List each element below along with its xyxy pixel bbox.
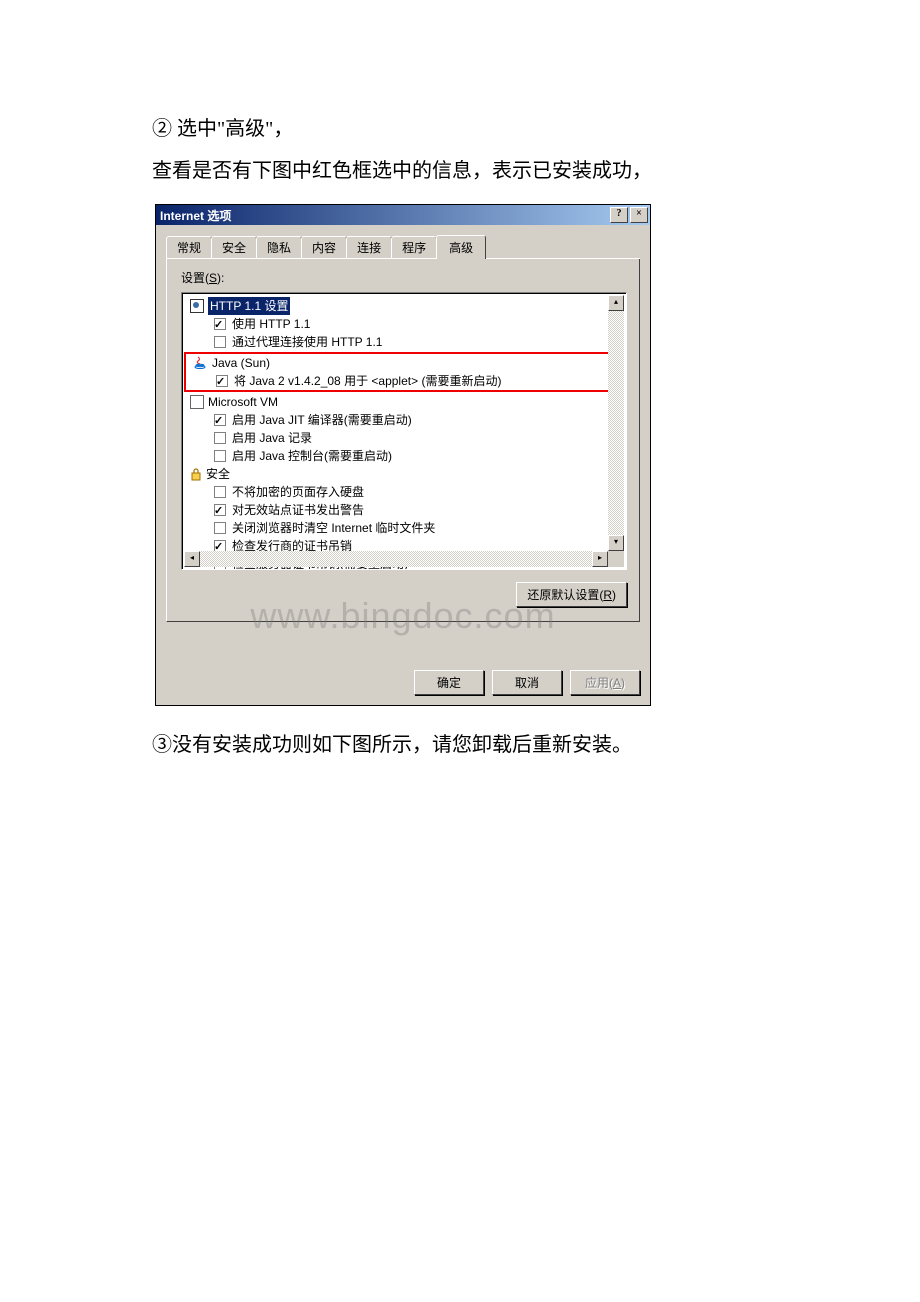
scroll-track[interactable] — [608, 311, 624, 535]
tree-group-java-label: Java (Sun) — [212, 354, 270, 372]
vertical-scrollbar[interactable]: ▴ ▾ — [608, 295, 624, 551]
tab-privacy[interactable]: 隐私 — [256, 236, 302, 258]
scroll-right-button[interactable]: ▸ — [592, 551, 608, 567]
horizontal-scrollbar[interactable]: ◂ ▸ — [184, 551, 608, 567]
tab-security[interactable]: 安全 — [211, 236, 257, 258]
tree-group-http[interactable]: HTTP 1.1 设置 — [184, 297, 624, 315]
tree-item-label: 使用 HTTP 1.1 — [232, 315, 310, 333]
tree-item-label: 对无效站点证书发出警告 — [232, 501, 364, 519]
checkbox-icon[interactable] — [214, 486, 226, 498]
scroll-h-track[interactable] — [200, 551, 592, 567]
checkbox-icon[interactable] — [214, 432, 226, 444]
instruction-step-3: ③没有安装成功则如下图所示，请您卸载后重新安装。 — [152, 726, 770, 764]
tree-group-security[interactable]: 安全 — [184, 465, 624, 483]
tree-item-label: 将 Java 2 v1.4.2_08 用于 <applet> (需要重新启动) — [234, 372, 501, 390]
tree-group-security-label: 安全 — [206, 465, 230, 483]
checkbox-icon[interactable] — [216, 375, 228, 387]
tab-general[interactable]: 常规 — [166, 236, 212, 258]
scroll-down-button[interactable]: ▾ — [608, 535, 624, 551]
checkbox-icon[interactable] — [214, 414, 226, 426]
close-button[interactable]: × — [630, 207, 648, 223]
tree-item-proxy-http11[interactable]: 通过代理连接使用 HTTP 1.1 — [184, 333, 624, 351]
java-icon — [192, 356, 208, 370]
tab-content[interactable]: 内容 — [301, 236, 347, 258]
dialog-button-row: www.bingdoc.com 确定 取消 应用(A) — [166, 670, 640, 695]
tree-group-http-label: HTTP 1.1 设置 — [208, 297, 290, 315]
ok-button[interactable]: 确定 — [414, 670, 484, 695]
checkbox-icon[interactable] — [214, 504, 226, 516]
instruction-step-2: ② 选中"高级"， — [152, 110, 770, 148]
page-icon — [190, 299, 204, 313]
restore-defaults-button[interactable]: 还原默认设置(R) — [516, 582, 627, 607]
tree-item-java-log[interactable]: 启用 Java 记录 — [184, 429, 624, 447]
tree-item-java-jit[interactable]: 启用 Java JIT 编译器(需要重启动) — [184, 411, 624, 429]
scroll-up-button[interactable]: ▴ — [608, 295, 624, 311]
tree-group-msvm-label: Microsoft VM — [208, 393, 278, 411]
help-button[interactable]: ? — [610, 207, 628, 223]
settings-label: 设置(S): — [181, 269, 627, 286]
checkbox-icon[interactable] — [214, 450, 226, 462]
tree-item-label: 启用 Java 记录 — [232, 429, 312, 447]
tree-item-label: 不将加密的页面存入硬盘 — [232, 483, 364, 501]
dialog-body: 常规 安全 隐私 内容 连接 程序 高级 设置(S): HTTP 1.1 设置 … — [156, 225, 650, 705]
tree-group-java[interactable]: Java (Sun) — [186, 354, 622, 372]
tree-item-use-http11[interactable]: 使用 HTTP 1.1 — [184, 315, 624, 333]
tab-advanced[interactable]: 高级 — [436, 235, 486, 259]
tree-item-clear-temp-on-close[interactable]: 关闭浏览器时清空 Internet 临时文件夹 — [184, 519, 624, 537]
highlight-box-java: Java (Sun) 将 Java 2 v1.4.2_08 用于 <applet… — [184, 352, 624, 392]
advanced-tab-panel: 设置(S): HTTP 1.1 设置 使用 HTTP 1.1 通过代理连接使用 … — [166, 259, 640, 622]
tab-programs[interactable]: 程序 — [391, 236, 437, 258]
cancel-button[interactable]: 取消 — [492, 670, 562, 695]
internet-options-dialog: Internet 选项 ? × 常规 安全 隐私 内容 连接 程序 高级 设置(… — [155, 204, 651, 706]
apply-button[interactable]: 应用(A) — [570, 670, 640, 695]
tree-item-label: 通过代理连接使用 HTTP 1.1 — [232, 333, 382, 351]
tree-item-warn-invalid-cert[interactable]: 对无效站点证书发出警告 — [184, 501, 624, 519]
settings-tree[interactable]: HTTP 1.1 设置 使用 HTTP 1.1 通过代理连接使用 HTTP 1.… — [181, 292, 627, 570]
checkbox-icon[interactable] — [214, 336, 226, 348]
tree-item-no-cache-encrypted[interactable]: 不将加密的页面存入硬盘 — [184, 483, 624, 501]
dialog-titlebar[interactable]: Internet 选项 ? × — [156, 205, 650, 225]
checkbox-icon[interactable] — [214, 522, 226, 534]
instruction-desc: 查看是否有下图中红色框选中的信息，表示已安装成功， — [152, 152, 770, 190]
tree-item-label: 启用 Java JIT 编译器(需要重启动) — [232, 411, 412, 429]
tree-item-label: 启用 Java 控制台(需要重启动) — [232, 447, 392, 465]
tree-item-java-applet[interactable]: 将 Java 2 v1.4.2_08 用于 <applet> (需要重新启动) — [186, 372, 622, 390]
checkbox-icon[interactable] — [214, 318, 226, 330]
scroll-left-button[interactable]: ◂ — [184, 551, 200, 567]
tree-item-label: 关闭浏览器时清空 Internet 临时文件夹 — [232, 519, 435, 537]
tab-connections[interactable]: 连接 — [346, 236, 392, 258]
dialog-title: Internet 选项 — [160, 207, 608, 224]
msvm-icon — [190, 395, 204, 409]
tree-item-java-console[interactable]: 启用 Java 控制台(需要重启动) — [184, 447, 624, 465]
tab-strip: 常规 安全 隐私 内容 连接 程序 高级 — [166, 235, 640, 259]
tree-group-msvm[interactable]: Microsoft VM — [184, 393, 624, 411]
scroll-corner — [608, 551, 624, 567]
lock-icon — [190, 467, 202, 481]
